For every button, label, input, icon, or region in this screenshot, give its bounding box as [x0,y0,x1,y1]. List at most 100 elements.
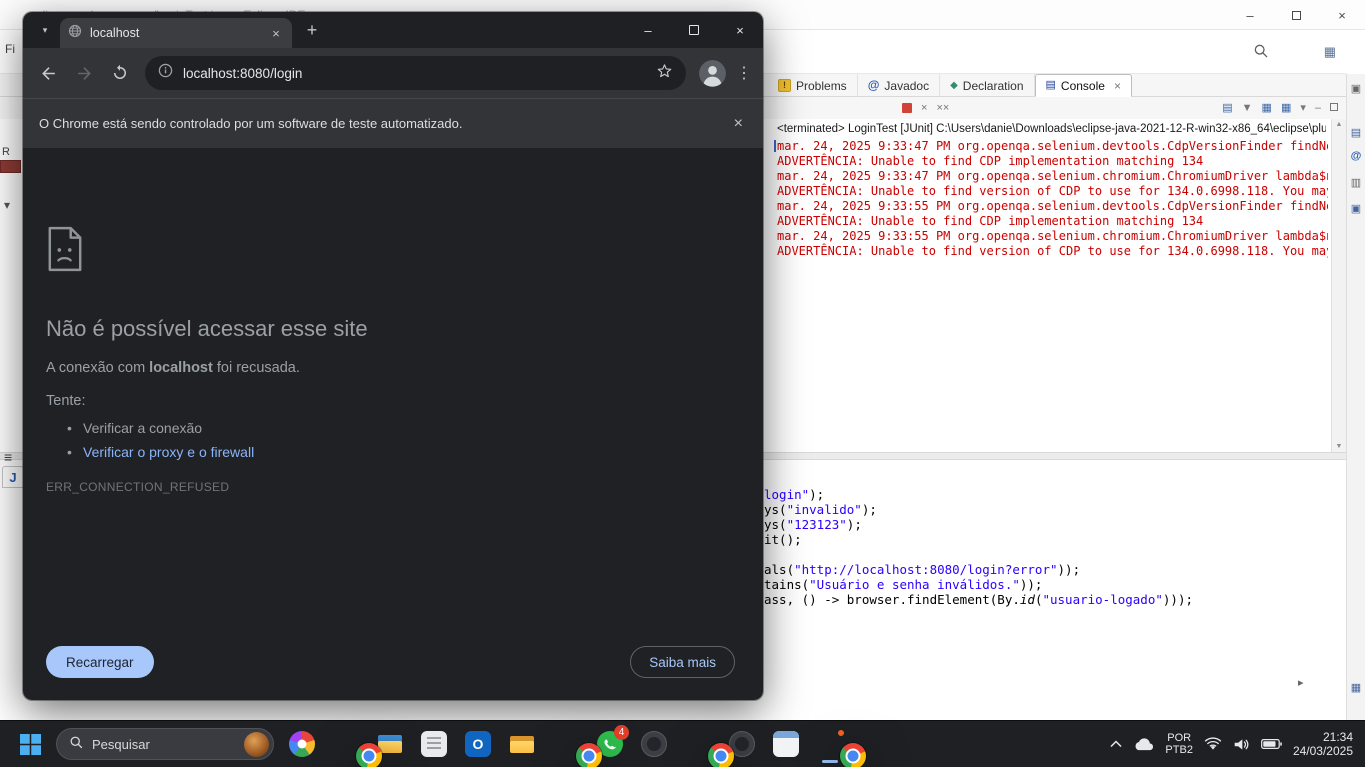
view-tab-console[interactable]: Console × [1034,74,1132,97]
automation-infobar: O Chrome está sendo controlado por um so… [23,98,763,148]
search-icon[interactable] [1253,43,1269,64]
search-icon [69,735,84,753]
minimized-view-icon[interactable]: ▣ [1347,202,1365,215]
chrome-active-icon[interactable] [810,724,866,767]
address-bar[interactable]: localhost:8080/login [145,56,686,90]
bookmark-star-icon[interactable] [656,62,673,84]
file-menu-fragment[interactable]: Fi [5,42,15,56]
clear-console-icon[interactable]: ▤ [1222,102,1232,114]
code-line: als("http://localhost:8080/login?error")… [764,562,1081,577]
perspective-icon[interactable]: ▦ [1324,44,1336,60]
view-tab-label: Problems [796,78,847,93]
reload-page-button[interactable]: Recarregar [46,646,154,678]
dark-app-icon[interactable] [634,724,674,764]
chrome-3-icon[interactable] [678,724,734,767]
scroll-up-icon[interactable]: ▲ [1332,121,1346,128]
hidden-icons-chevron[interactable] [1110,740,1122,748]
view-menu-icon[interactable]: ≡ [4,449,12,465]
chrome-2-glyph [576,743,602,767]
photos-glyph [289,731,315,757]
code-line: ys("123123"); [764,517,862,532]
url-text[interactable]: localhost:8080/login [183,66,646,81]
view-tab-label: Javadoc [884,78,930,93]
photos-icon[interactable] [282,724,322,764]
folder-glyph [509,731,535,757]
wifi-icon[interactable] [1204,737,1222,751]
view-tab-declaration[interactable]: Declaration [940,74,1035,97]
open-console-chevron-icon[interactable]: ▾ [1300,102,1306,114]
site-info-icon[interactable] [158,63,173,83]
battery-icon[interactable] [1261,738,1282,750]
restore-views-icon[interactable]: ▣ [1347,82,1365,95]
start-button[interactable] [12,724,48,764]
search-box[interactable]: Pesquisar [56,728,274,760]
text-caret [774,140,776,152]
minimize-button[interactable]: – [625,12,671,48]
chrome-icon[interactable] [326,724,382,767]
minimized-view-icon[interactable]: ▦ [1347,681,1365,694]
profile-avatar[interactable] [699,59,726,87]
chrome-glyph [356,743,382,767]
javadoc-view-icon [868,79,880,92]
keyboard-layout: PTB2 [1165,744,1193,756]
console-output[interactable]: mar. 24, 2025 9:33:47 PM org.openqa.sele… [777,139,1328,259]
code-line: ys("invalido"); [764,502,877,517]
calculator-icon[interactable] [414,724,454,764]
terminate-icon[interactable] [902,103,912,113]
browser-tab-localhost[interactable]: localhost × [60,18,292,48]
clock[interactable]: 21:34 24/03/2025 [1293,730,1353,758]
junit-tab-label: J [9,469,17,485]
tab-search-button[interactable]: ▾ [32,17,58,43]
view-tab-problems[interactable]: Problems [768,74,858,97]
maximize-view-icon[interactable] [1330,102,1338,114]
console-scrollbar[interactable]: ▲ ▼ [1331,119,1346,452]
language-indicator[interactable]: POR PTB2 [1165,732,1193,756]
back-button[interactable] [31,56,65,90]
light-app-icon[interactable] [766,724,806,764]
scroll-down-icon[interactable]: ▼ [1332,443,1346,450]
onedrive-cloud-icon[interactable] [1133,737,1154,752]
maximize-icon [1291,10,1301,20]
javadoc-view-icon[interactable]: @ [1347,150,1365,162]
display-console-icon[interactable]: ▦ [1281,102,1291,114]
infobar-close-icon[interactable]: × [730,111,747,137]
maximize-button[interactable] [671,12,717,48]
suggestion-item[interactable]: Verificar o proxy e o firewall [67,440,254,464]
console-output-line: ADVERTÊNCIA: Unable to find CDP implemen… [777,214,1204,228]
java-editor[interactable]: login"); ys("invalido"); ys("123123"); it()… [764,487,1193,607]
eclipse-close-button[interactable]: × [1319,0,1365,30]
eclipse-maximize-button[interactable] [1273,0,1319,30]
learn-more-button[interactable]: Saiba mais [630,646,735,678]
light-app-glyph [773,731,799,757]
pin-console-icon[interactable]: ▦ [1262,102,1272,114]
search-placeholder: Pesquisar [92,736,150,752]
view-tab-label: Declaration [962,78,1024,93]
new-tab-button[interactable]: + [298,16,326,44]
scroll-lock-icon[interactable]: ▼ [1242,102,1253,114]
outlook-icon[interactable] [458,724,498,764]
minimized-view-icon[interactable]: ▤ [1347,126,1365,139]
remove-all-launches-icon[interactable]: ×× [936,102,949,114]
view-tab-javadoc[interactable]: Javadoc [858,74,941,97]
remove-launch-icon[interactable]: × [921,102,927,114]
close-button[interactable]: × [717,12,763,48]
tree-expander-icon[interactable]: ▾ [4,198,10,212]
chrome-2-icon[interactable] [546,724,602,767]
reload-button[interactable] [103,56,137,90]
tab-close-icon[interactable]: × [268,26,284,41]
close-view-icon[interactable]: × [1114,79,1121,93]
menu-dots-icon[interactable]: ⋮ [733,63,755,83]
minimized-view-icon[interactable]: ▥ [1347,176,1365,189]
forward-button[interactable] [67,56,101,90]
search-highlight-image[interactable] [244,731,269,757]
code-line: ass, () -> browser.findElement(By.id("us… [764,592,1193,607]
eclipse-minimize-button[interactable]: – [1227,0,1273,30]
hscroll-arrow-icon[interactable]: ▸ [1298,676,1304,689]
junit-view-tab[interactable]: J [2,466,24,488]
chrome-active-glyph [840,743,866,767]
sad-file-icon [46,226,84,277]
volume-icon[interactable] [1233,737,1250,752]
chrome-3-glyph [708,743,734,767]
minimize-view-icon[interactable]: – [1315,102,1321,114]
folder-icon[interactable] [502,724,542,764]
